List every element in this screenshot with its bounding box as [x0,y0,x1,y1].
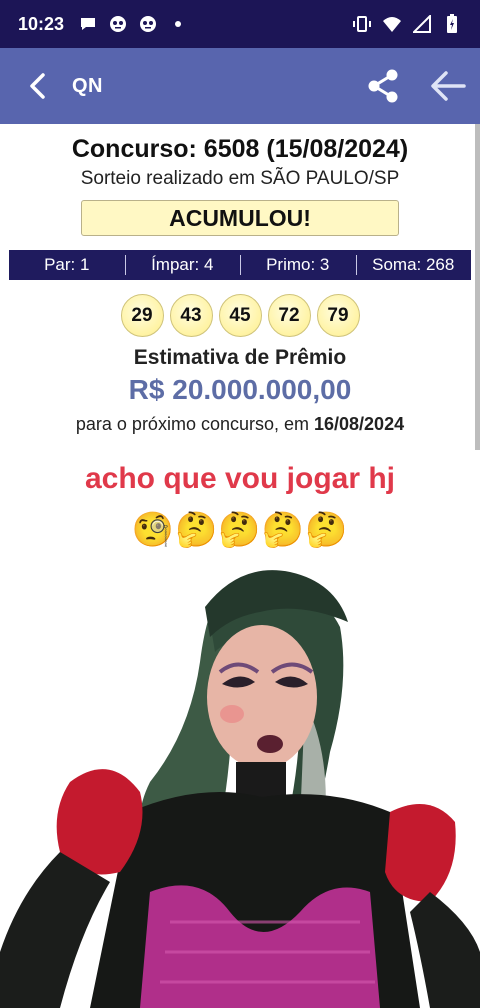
chat-icon [78,14,98,34]
next-contest-text: para o próximo concurso, em 16/08/2024 [0,414,480,435]
number-ball: 72 [267,294,311,337]
signal-icon [412,14,432,34]
next-contest-date: 16/08/2024 [314,414,405,434]
battery-icon [442,14,462,34]
stat-soma: Soma: 268 [355,250,472,280]
number-ball: 45 [218,294,262,337]
result-panel: Concurso: 6508 (15/08/2024) Sorteio real… [0,124,480,435]
number-ball: 43 [169,294,213,337]
contest-title: Concurso: 6508 (15/08/2024) [71,135,409,163]
status-badge: ACUMULOU! [81,200,399,236]
back-arrow-icon[interactable] [428,66,468,106]
app-bar: QN [0,48,480,124]
estimate-label: Estimativa de Prêmio [133,346,347,369]
stat-impar: Ímpar: 4 [124,250,241,280]
wifi-icon [382,14,402,34]
emoji-icon [138,14,158,34]
app-title: QN [72,74,103,97]
stat-par: Par: 1 [44,255,90,274]
status-bar: 10:23 [0,0,480,48]
system-icons [352,14,462,34]
estimate-value: R$ 20.000.000,00 [128,374,352,405]
back-chevron-icon[interactable] [22,66,52,106]
share-icon[interactable] [364,66,404,106]
notification-icons [78,14,188,34]
number-ball: 29 [120,294,164,337]
stat-primo: Primo: 3 [240,250,356,280]
scrollbar[interactable] [475,124,480,450]
draw-location: Sorteio realizado em SÃO PAULO/SP [80,168,400,189]
next-contest-prefix: para o próximo concurso, em [75,414,314,434]
thinking-emojis: 🧐🤔🤔🤔🤔 [131,511,349,549]
meme-caption: acho que vou jogar hj [84,462,396,495]
status-time: 10:23 [18,13,65,34]
vibrate-icon [352,14,372,34]
dot-icon [168,14,188,34]
number-ball: 79 [316,294,360,337]
drawn-numbers: 29 43 45 72 79 [0,294,480,337]
emoji-icon [108,14,128,34]
stats-bar: Par: 1 Ímpar: 4 Primo: 3 Soma: 268 [9,250,471,280]
